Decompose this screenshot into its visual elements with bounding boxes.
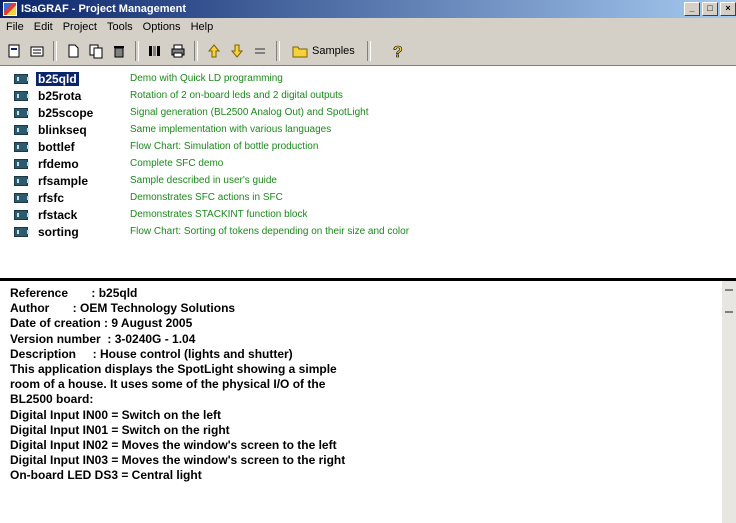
project-name: b25rota [38, 88, 82, 103]
window-controls: _ □ × [684, 2, 736, 16]
detail-text-line: Digital Input IN03 = Moves the window's … [10, 453, 346, 468]
detail-text-line: This application displays the SpotLight … [10, 362, 337, 377]
detail-author: Author : OEM Technology Solutions [10, 301, 236, 316]
details-scrollbar[interactable] [722, 281, 736, 523]
project-row[interactable]: b25rota Rotation of 2 on-board leds and … [14, 87, 343, 104]
toolbar: Samples ? [0, 36, 736, 66]
toolbar-separator [194, 40, 198, 61]
project-name: rfdemo [38, 156, 79, 171]
project-description: Same implementation with various languag… [130, 124, 332, 135]
project-name: rfsample [38, 173, 89, 188]
project-icon [14, 226, 29, 237]
scroll-up-arrow[interactable] [725, 289, 733, 291]
project-description: Signal generation (BL2500 Analog Out) an… [130, 107, 369, 118]
folder-icon [292, 46, 308, 57]
window-title: ISaGRAF - Project Management [21, 3, 187, 15]
project-name: sorting [38, 224, 79, 239]
detail-date: Date of creation : 9 August 2005 [10, 316, 193, 331]
project-description: Demonstrates STACKINT function block [130, 209, 308, 220]
menu-project[interactable]: Project [59, 21, 103, 33]
project-icon [14, 73, 29, 84]
detail-text-line: room of a house. It uses some of the phy… [10, 377, 326, 392]
menu-file[interactable]: File [2, 21, 30, 33]
minimize-button[interactable]: _ [684, 2, 700, 16]
maximize-button[interactable]: □ [702, 2, 718, 16]
project-name: rfsfc [38, 190, 65, 205]
menu-help[interactable]: Help [187, 21, 220, 33]
copy-icon[interactable] [86, 41, 106, 61]
project-row[interactable]: rfdemo Complete SFC demo [14, 155, 223, 172]
detail-reference: Reference : b25qld [10, 286, 138, 300]
project-row[interactable]: rfstack Demonstrates STACKINT function b… [14, 206, 307, 223]
detail-text-line: Digital Input IN00 = Switch on the left [10, 407, 222, 422]
toolbar-separator [135, 40, 139, 61]
project-name: b25scope [38, 105, 94, 120]
detail-text-line: On-board LED DS3 = Central light [10, 468, 202, 483]
samples-button[interactable]: Samples [286, 40, 361, 62]
toolbar-separator [276, 40, 280, 61]
project-description: Flow Chart: Simulation of bottle product… [130, 141, 319, 152]
detail-text-line: Digital Input IN02 = Moves the window's … [10, 438, 337, 453]
project-description: Demo with Quick LD programming [130, 73, 283, 84]
menu-tools[interactable]: Tools [103, 21, 139, 33]
project-description: Sample described in user's guide [130, 175, 277, 186]
project-name: blinkseq [38, 122, 87, 137]
move-up-icon[interactable] [204, 41, 224, 61]
project-icon [14, 192, 29, 203]
project-row[interactable]: blinkseq Same implementation with variou… [14, 121, 331, 138]
project-row[interactable]: sorting Flow Chart: Sorting of tokens de… [14, 223, 409, 240]
samples-label: Samples [312, 44, 355, 57]
project-row[interactable]: b25scope Signal generation (BL2500 Analo… [14, 104, 369, 121]
project-description: Demonstrates SFC actions in SFC [130, 192, 283, 203]
project-row[interactable]: b25qld Demo with Quick LD programming [14, 70, 283, 87]
menu-bar: File Edit Project Tools Options Help [0, 18, 736, 36]
detail-version: Version number : 3-0240G - 1.04 [10, 331, 196, 346]
scroll-thumb[interactable] [725, 311, 733, 313]
app-icon [3, 2, 17, 16]
project-icon [14, 90, 29, 101]
detail-text-line: Digital Input IN01 = Switch on the right [10, 422, 230, 437]
sort-icon[interactable] [250, 41, 270, 61]
project-row[interactable]: bottlef Flow Chart: Simulation of bottle… [14, 138, 318, 155]
title-bar: ISaGRAF - Project Management _ □ × [0, 0, 736, 18]
toolbar-separator [53, 40, 57, 61]
project-row[interactable]: rfsfc Demonstrates SFC actions in SFC [14, 189, 283, 206]
close-button[interactable]: × [720, 2, 736, 16]
project-icon [14, 209, 29, 220]
menu-edit[interactable]: Edit [30, 21, 59, 33]
project-list: b25qld Demo with Quick LD programming b2… [0, 66, 736, 278]
project-row[interactable]: rfsample Sample described in user's guid… [14, 172, 277, 189]
project-name: bottlef [38, 139, 75, 154]
project-icon [14, 124, 29, 135]
toolbar-separator [366, 40, 371, 61]
open-project-icon[interactable] [4, 41, 24, 61]
move-down-icon[interactable] [227, 41, 247, 61]
project-description: Flow Chart: Sorting of tokens depending … [130, 226, 410, 237]
project-icon [14, 107, 29, 118]
project-icon [14, 158, 29, 169]
project-details: Reference : b25qld Author : OEM Technolo… [0, 281, 722, 523]
project-icon [14, 141, 29, 152]
project-name: b25qld [36, 71, 79, 86]
project-icon [14, 175, 29, 186]
project-description: Complete SFC demo [130, 158, 224, 169]
new-icon[interactable] [63, 41, 83, 61]
print-icon[interactable] [168, 41, 188, 61]
menu-options[interactable]: Options [139, 21, 187, 33]
project-properties-icon[interactable] [27, 41, 47, 61]
libraries-icon[interactable] [145, 41, 165, 61]
delete-icon[interactable] [109, 41, 129, 61]
project-description: Rotation of 2 on-board leds and 2 digita… [130, 90, 343, 101]
help-icon[interactable]: ? [387, 41, 407, 61]
detail-text-line: BL2500 board: [10, 392, 94, 407]
project-name: rfstack [38, 207, 78, 222]
detail-description: Description : House control (lights and … [10, 346, 293, 361]
svg-text:?: ? [393, 44, 403, 60]
